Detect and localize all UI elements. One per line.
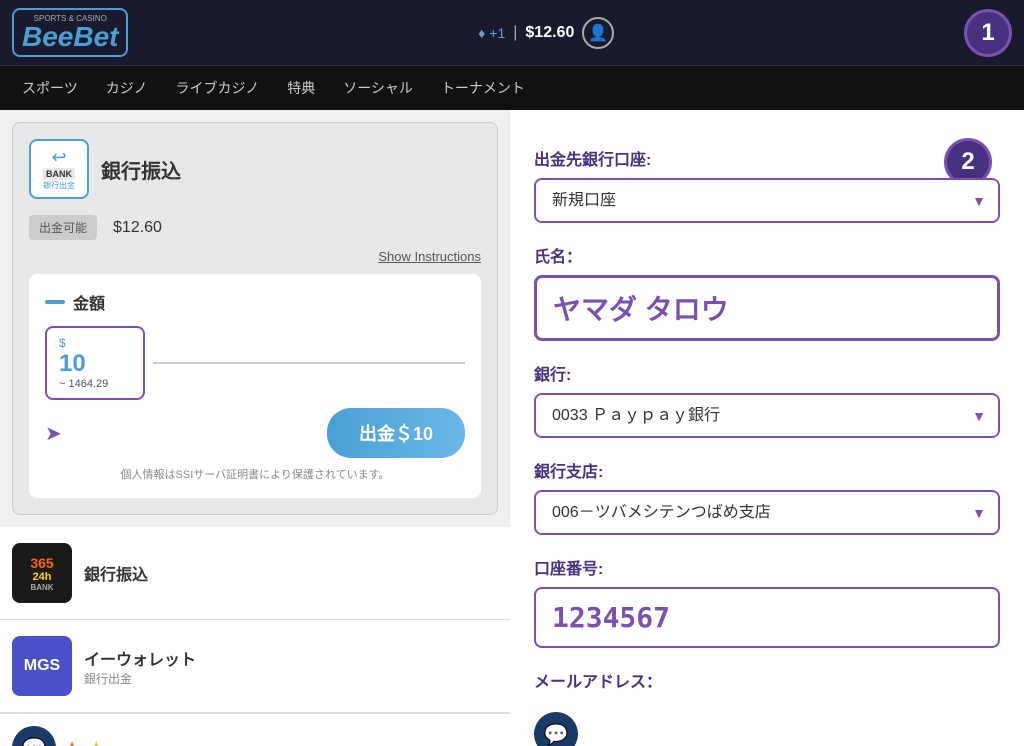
bank-card-header: ↩ BANK 銀行出金 銀行振込 (29, 139, 481, 199)
payment-item-mgs[interactable]: MGS イーウォレット 銀行出金 (0, 620, 510, 713)
payment-365-text: 銀行振込 (84, 561, 148, 585)
email-section: メールアドレス： (534, 668, 1000, 692)
chat-button[interactable]: 💬 (12, 726, 56, 746)
email-label: メールアドレス： (534, 668, 1000, 692)
365-bank-label: BANK (30, 583, 53, 592)
nav-sports[interactable]: スポーツ (8, 66, 92, 110)
account-number-value: 1234567 (552, 601, 670, 634)
bank-info-row: 出金可能 $12.60 (29, 215, 481, 240)
logo[interactable]: SPORTS & CASINO BeeBet (12, 8, 128, 57)
balance-display: $12.60 (525, 24, 574, 42)
bank-amount: $12.60 (113, 219, 162, 237)
amount-value: 10 (59, 350, 86, 378)
payment-365-icon: 365 24h BANK (12, 543, 72, 603)
navigation: スポーツ カジノ ライブカジノ 特典 ソーシャル トーナメント (0, 66, 1024, 110)
security-note: 個人情報はSSIサーバ証明書により保護されています。 (45, 466, 465, 482)
payment-mgs-subtitle: 銀行出金 (84, 670, 196, 687)
right-chat-button[interactable]: 💬 (534, 712, 578, 746)
amount-section-header: 金額 (45, 290, 465, 314)
bank-title: 銀行振込 (101, 155, 181, 184)
right-chat-area: 💬 (534, 712, 1000, 746)
payment-item-365[interactable]: 365 24h BANK 銀行振込 (0, 527, 510, 620)
diamond-badge: ♦ +1 (478, 25, 505, 41)
points-label: +1 (489, 25, 505, 41)
bank-section: 銀行: 0033 Ｐａｙｐａｙ銀行 ▼ (534, 361, 1000, 438)
bank-select-wrapper[interactable]: 0033 Ｐａｙｐａｙ銀行 ▼ (534, 393, 1000, 438)
account-number-wrapper[interactable]: 1234567 (534, 587, 1000, 648)
bank-icon-sublabel: 銀行出金 (43, 180, 75, 191)
diamond-icon: ♦ (478, 25, 485, 41)
branch-select[interactable]: 006－ツバメシテンつばめ支店 (536, 492, 998, 533)
header-center: ♦ +1 | $12.60 👤 (140, 17, 952, 49)
bank-card: ↩ BANK 銀行出金 銀行振込 出金可能 $12.60 Show Instru… (12, 122, 498, 515)
show-instructions-link[interactable]: Show Instructions (378, 249, 481, 264)
amount-input-wrapper: $ 10 ~ 1464.29 (45, 326, 465, 400)
payment-365-title: 銀行振込 (84, 561, 148, 585)
bank-icon-box: ↩ BANK 銀行出金 (29, 139, 89, 199)
nav-tokuten[interactable]: 特典 (273, 66, 329, 110)
minus-icon (45, 300, 65, 304)
branch-section: 銀行支店: 006－ツバメシテンつばめ支店 ▼ (534, 458, 1000, 535)
amount-box[interactable]: $ 10 ~ 1464.29 (45, 326, 145, 400)
main-content: ↩ BANK 銀行出金 銀行振込 出金可能 $12.60 Show Instru… (0, 110, 1024, 746)
nav-tournament[interactable]: トーナメント (427, 66, 539, 110)
nav-live-casino[interactable]: ライブカジノ (161, 66, 273, 110)
bank-arrow-icon: ↩ (51, 147, 66, 168)
available-badge: 出金可能 (29, 215, 97, 240)
arrow-icon: ➤ (45, 421, 62, 446)
logo-text: BeeBet (22, 21, 118, 52)
show-instructions-wrapper: Show Instructions (29, 248, 481, 266)
name-label: 氏名： (534, 243, 1000, 267)
nav-social[interactable]: ソーシャル (329, 66, 427, 110)
left-panel: ↩ BANK 銀行出金 銀行振込 出金可能 $12.60 Show Instru… (0, 110, 510, 746)
bank-account-label: 出金先銀行口座: (534, 146, 1000, 170)
amount-section: 金額 $ 10 ~ 1464.29 ➤ 出金＄10 個人情報はSSIサーバ証明書… (29, 274, 481, 498)
amount-label: 金額 (73, 290, 105, 314)
payment-mgs-text: イーウォレット 銀行出金 (84, 646, 196, 687)
branch-label: 銀行支店: (534, 458, 1000, 482)
right-panel: 2 出金先銀行口座: 新規口座 ▼ 氏名： ヤマダ タロウ 銀行: 00 (510, 110, 1024, 746)
bank-account-select[interactable]: 新規口座 (536, 180, 998, 221)
header: SPORTS & CASINO BeeBet ♦ +1 | $12.60 👤 1 (0, 0, 1024, 66)
365-number: 365 (30, 555, 53, 571)
amount-jpy: ~ 1464.29 (59, 378, 108, 390)
step1-badge: 1 (964, 9, 1012, 57)
name-input-wrapper[interactable]: ヤマダ タロウ (534, 275, 1000, 341)
mgs-label: MGS (24, 657, 60, 675)
name-section: 氏名： ヤマダ タロウ (534, 243, 1000, 341)
bank-icon-label: BANK (43, 168, 75, 180)
account-number-section: 口座番号: 1234567 (534, 555, 1000, 648)
star-1[interactable]: ★ (64, 738, 80, 746)
currency-symbol: $ (59, 336, 66, 350)
branch-select-wrapper[interactable]: 006－ツバメシテンつばめ支店 ▼ (534, 490, 1000, 535)
payment-mgs-icon: MGS (12, 636, 72, 696)
bank-account-select-wrapper[interactable]: 新規口座 ▼ (534, 178, 1000, 223)
name-value: ヤマダ タロウ (553, 294, 729, 325)
withdraw-button[interactable]: 出金＄10 (327, 408, 465, 458)
365-hours: 24h (33, 571, 52, 583)
user-icon[interactable]: 👤 (582, 17, 614, 49)
bank-account-section: 出金先銀行口座: 新規口座 ▼ (534, 146, 1000, 223)
bank-select[interactable]: 0033 Ｐａｙｐａｙ銀行 (536, 395, 998, 436)
bank-label: 銀行: (534, 361, 1000, 385)
amount-input-line (153, 362, 465, 364)
bottom-bar: 💬 ★ ★ (0, 713, 510, 746)
nav-casino[interactable]: カジノ (92, 66, 162, 110)
account-number-label: 口座番号: (534, 555, 1000, 579)
payment-mgs-title: イーウォレット (84, 646, 196, 670)
star-2[interactable]: ★ (88, 738, 104, 746)
